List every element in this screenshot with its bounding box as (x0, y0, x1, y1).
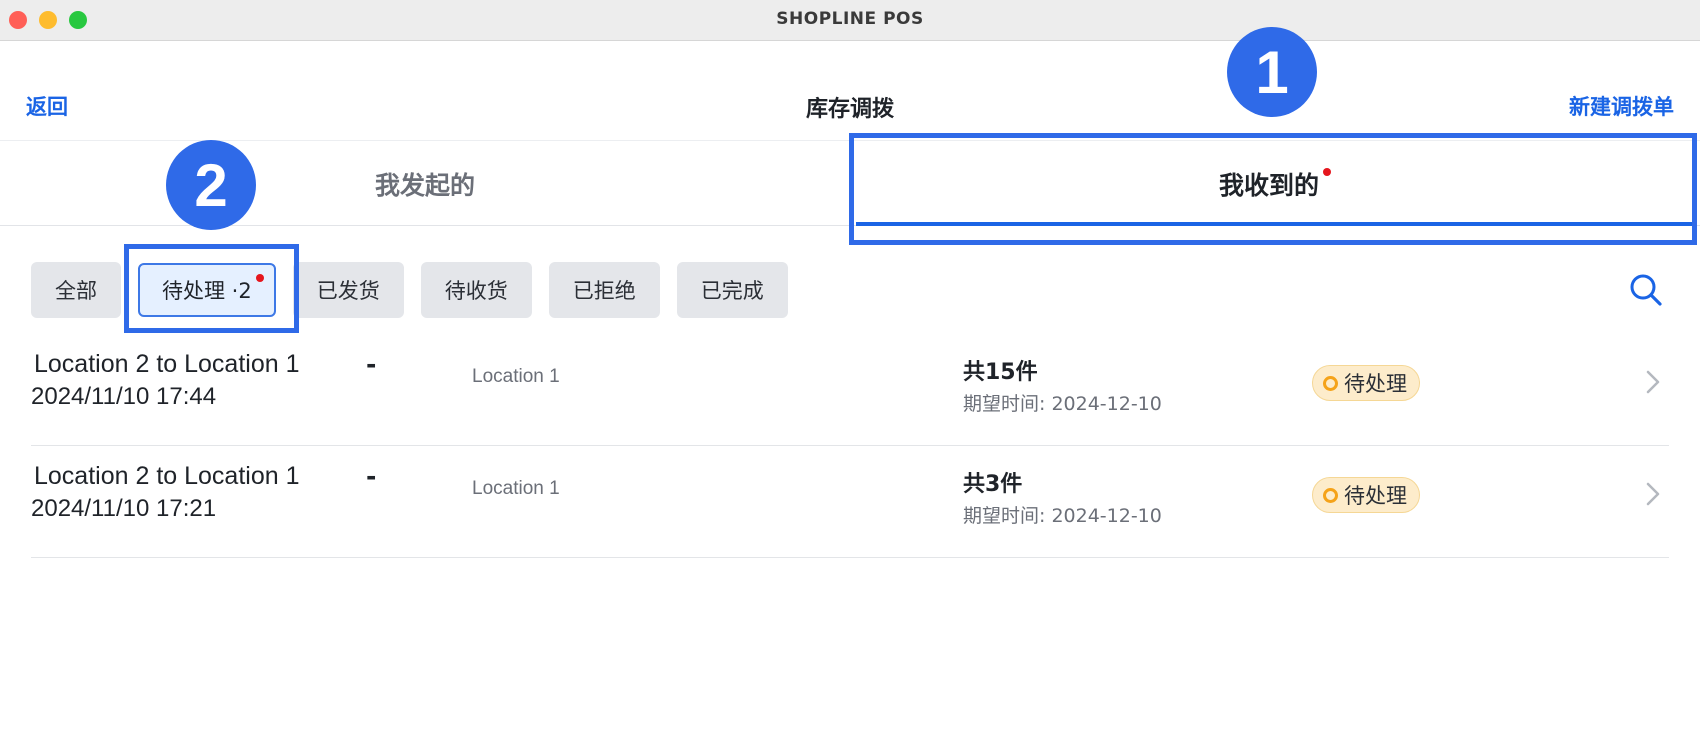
annotation-box-pending-filter (124, 244, 299, 333)
new-transfer-button[interactable]: 新建调拨单 (1569, 91, 1674, 121)
annotation-marker-2: 2 (166, 140, 256, 230)
filter-rejected[interactable]: 已拒绝 (548, 262, 660, 318)
tab-initiated[interactable]: 我发起的 (0, 141, 850, 226)
chevron-right-icon (1644, 480, 1662, 508)
status-badge-label: 待处理 (1344, 372, 1407, 396)
search-icon[interactable] (1628, 272, 1664, 308)
status-ring-icon (1323, 375, 1338, 391)
status-badge-label: 待处理 (1344, 484, 1407, 508)
transfer-note: - (366, 350, 377, 379)
title-bar: SHOPLINE POS (0, 0, 1700, 41)
filter-shipped[interactable]: 已发货 (292, 262, 404, 318)
transfer-row[interactable]: Location 2 to Location 1 2024/11/10 17:2… (31, 446, 1669, 558)
status-badge: 待处理 (1312, 477, 1420, 513)
tab-initiated-label: 我发起的 (374, 170, 475, 200)
transfer-quantity: 共3件 (963, 472, 1023, 497)
transfer-quantity: 共15件 (963, 360, 1038, 385)
transfer-datetime: 2024/11/10 17:21 (31, 495, 217, 522)
transfer-note: - (366, 462, 377, 491)
transfer-datetime: 2024/11/10 17:44 (31, 383, 217, 410)
transfer-destination: Location 1 (472, 366, 560, 387)
filter-completed[interactable]: 已完成 (676, 262, 788, 318)
annotation-marker-1: 1 (1227, 27, 1317, 117)
transfer-destination: Location 1 (472, 478, 560, 499)
transfer-expected-time: 期望时间: 2024-12-10 (963, 505, 1162, 527)
transfer-route: Location 2 to Location 1 (34, 350, 300, 378)
annotation-box-received-tab (849, 133, 1697, 245)
filter-awaiting-receipt[interactable]: 待收货 (420, 262, 532, 318)
page-title: 库存调拨 (805, 97, 894, 122)
window-title: SHOPLINE POS (776, 9, 924, 29)
transfer-route: Location 2 to Location 1 (34, 462, 300, 490)
status-ring-icon (1323, 487, 1338, 503)
transfer-row[interactable]: Location 2 to Location 1 2024/11/10 17:4… (31, 334, 1669, 446)
chevron-right-icon (1644, 368, 1662, 396)
transfer-expected-time: 期望时间: 2024-12-10 (963, 393, 1162, 415)
nav-bar: 返回 库存调拨 新建调拨单 (0, 41, 1700, 141)
app-window: SHOPLINE POS 返回 库存调拨 新建调拨单 我发起的 我收到的 全部 … (0, 0, 1700, 739)
filter-all[interactable]: 全部 (31, 262, 121, 318)
status-badge: 待处理 (1312, 365, 1420, 401)
